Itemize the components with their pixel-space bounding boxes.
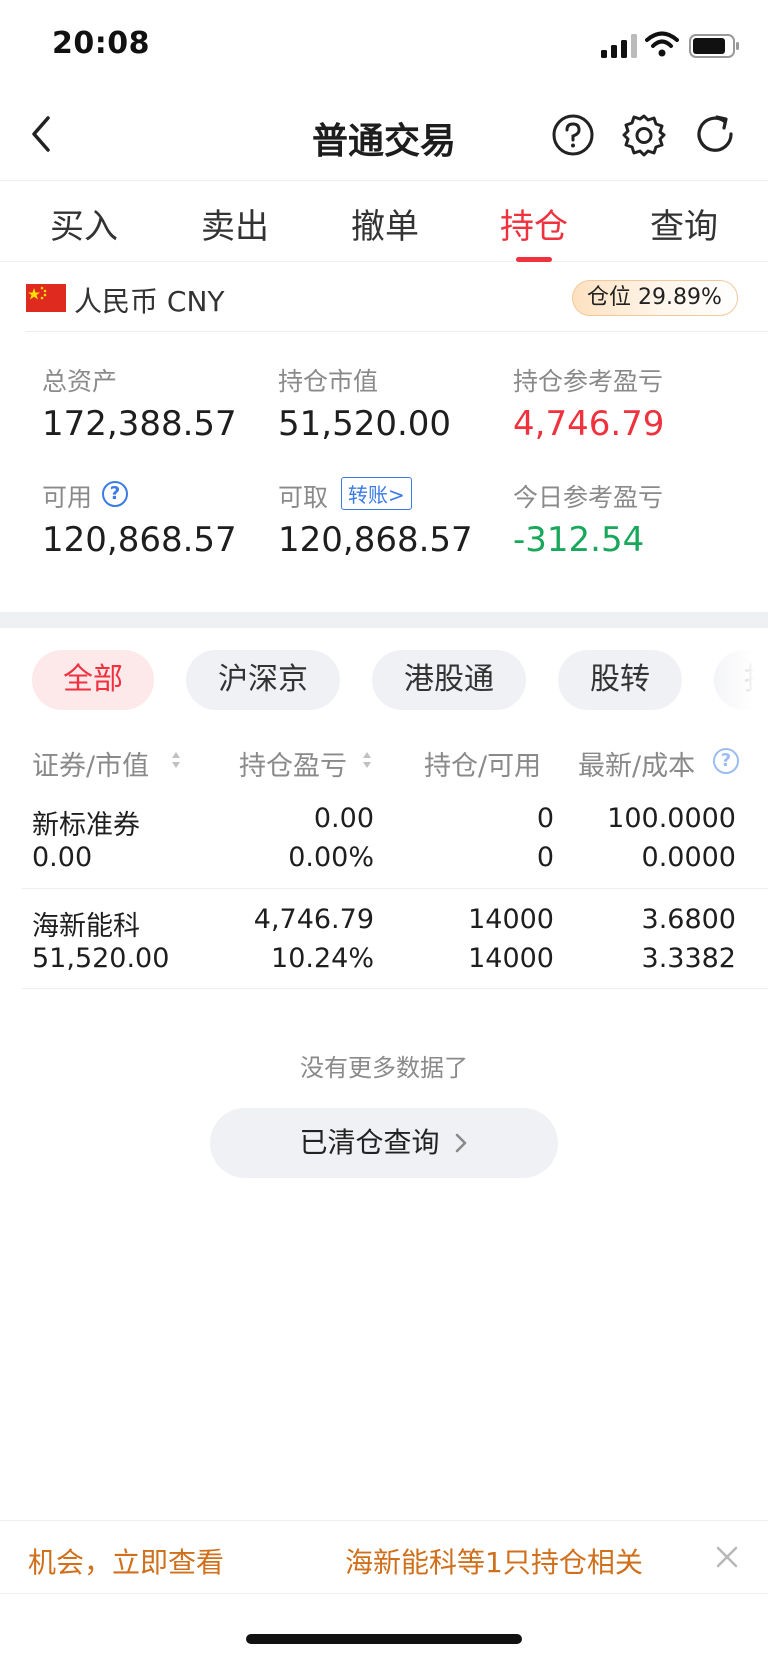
withdrawable-label: 可取 (278, 483, 329, 512)
filter-all[interactable]: 全部 (32, 650, 154, 710)
stock-available: 14000 (468, 943, 554, 974)
total-assets-value: 172,388.57 (42, 404, 237, 444)
stock-pnl: 4,746.79 (253, 904, 374, 935)
banner-text-right: 海新能科等1只持仓相关 (345, 1546, 643, 1579)
no-more-data-text: 没有更多数据了 (300, 1054, 468, 1082)
stock-available: 0 (536, 842, 554, 873)
header-help-icon[interactable]: ? (713, 748, 739, 774)
help-icon[interactable] (550, 112, 596, 158)
filter-hk-connect[interactable]: 港股通 (372, 650, 526, 710)
tab-cancel-order[interactable]: 撤单 (351, 199, 419, 248)
cellular-signal-icon (601, 34, 637, 58)
tab-query[interactable]: 查询 (650, 199, 718, 248)
opportunity-banner[interactable]: 机会，立即查看 海新能科等1只持仓相关 (0, 1520, 768, 1594)
row-divider (22, 888, 768, 889)
available-help-icon[interactable]: ? (102, 481, 128, 507)
position-pnl-label: 持仓参考盈亏 (513, 367, 664, 396)
sort-icon[interactable] (170, 750, 182, 770)
chevron-right-icon (456, 1133, 467, 1153)
status-time: 20:08 (52, 26, 150, 61)
market-value-value: 51,520.00 (278, 404, 452, 444)
position-pnl-value: 4,746.79 (513, 404, 665, 444)
withdrawable-value: 120,868.57 (278, 520, 473, 560)
settings-gear-icon[interactable] (621, 112, 667, 158)
position-ratio-badge: 仓位 29.89% (572, 280, 738, 316)
stock-pnl: 0.00 (313, 803, 374, 834)
stock-latest-price: 100.0000 (607, 803, 736, 834)
header-position-available: 持仓/可用 (424, 751, 542, 782)
cleared-positions-query-label: 已清仓查询 (299, 1126, 440, 1159)
stock-name: 海新能科 (32, 911, 140, 942)
section-separator (0, 612, 768, 628)
today-pnl-value: -312.54 (513, 520, 645, 560)
banner-text-left: 机会，立即查看 (28, 1546, 225, 1579)
stock-cost: 0.0000 (641, 842, 736, 873)
battery-icon (689, 34, 739, 58)
stock-pnl-percent: 0.00% (288, 842, 374, 873)
transfer-link[interactable]: 转账> (341, 477, 412, 510)
scroll-fade (700, 650, 768, 710)
row-divider (22, 988, 768, 989)
tab-buy[interactable]: 买入 (50, 199, 118, 248)
tab-positions[interactable]: 持仓 (500, 199, 568, 248)
stock-market-value: 0.00 (32, 842, 93, 873)
divider (26, 331, 768, 332)
header-security-market-value[interactable]: 证券/市值 (32, 744, 149, 783)
available-value: 120,868.57 (42, 520, 237, 560)
header-position-pnl[interactable]: 持仓盈亏 (239, 744, 347, 783)
close-icon[interactable] (712, 1539, 742, 1575)
total-assets-label: 总资产 (42, 367, 118, 396)
stock-position: 14000 (468, 904, 554, 935)
trade-tabs: 买入 卖出 撤单 持仓 查询 (0, 180, 768, 262)
tab-sell[interactable]: 卖出 (201, 199, 269, 248)
available-label: 可用 (42, 483, 93, 512)
china-flag-icon (26, 284, 66, 312)
stock-cost: 3.3382 (641, 943, 736, 974)
stock-pnl-percent: 10.24% (271, 943, 374, 974)
active-tab-indicator (516, 257, 552, 262)
stock-position: 0 (536, 803, 554, 834)
market-value-label: 持仓市值 (278, 367, 379, 396)
filter-shanghai-shenzhen-beijing[interactable]: 沪深京 (186, 650, 340, 710)
stock-name: 新标准券 (32, 810, 140, 841)
currency-label: 人民币 CNY (74, 285, 225, 318)
wifi-icon (645, 31, 679, 57)
sort-icon[interactable] (361, 750, 373, 770)
home-indicator (246, 1634, 522, 1644)
stock-latest-price: 3.6800 (641, 904, 736, 935)
stock-market-value: 51,520.00 (32, 943, 170, 974)
refresh-icon[interactable] (693, 112, 739, 158)
header-latest-cost: 最新/成本 (578, 751, 696, 782)
cleared-positions-query-button[interactable]: 已清仓查询 (210, 1108, 558, 1178)
today-pnl-label: 今日参考盈亏 (513, 483, 664, 512)
filter-neeq[interactable]: 股转 (558, 650, 682, 710)
